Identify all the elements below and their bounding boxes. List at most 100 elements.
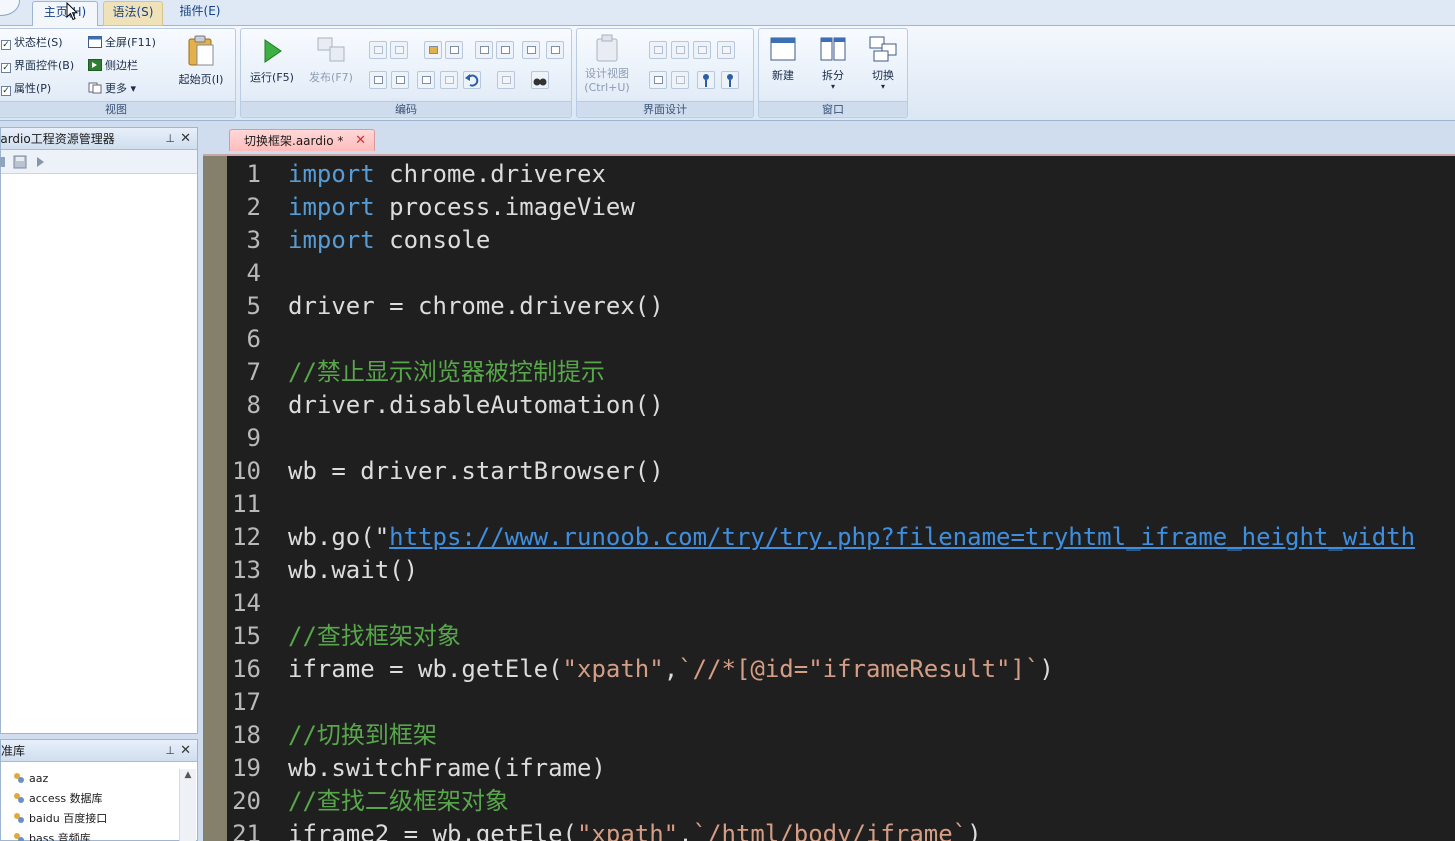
check-icon: ✓	[1, 86, 11, 96]
code-line[interactable]: wb = driver.startBrowser()	[288, 455, 664, 488]
code-line[interactable]: wb.go("https://www.runoob.com/try/try.ph…	[288, 521, 1415, 554]
project-explorer-header: aardio工程资源管理器 ⊥ ✕	[1, 128, 197, 150]
code-token: wb.wait()	[288, 556, 419, 584]
scroll-up-icon[interactable]: ▲	[180, 769, 196, 781]
pin-tool-button[interactable]	[697, 71, 715, 89]
redo-button[interactable]	[497, 71, 515, 89]
run-button[interactable]: 运行(F5)	[245, 37, 299, 85]
split-window-icon	[820, 37, 846, 61]
code-token: wb.go("	[288, 523, 390, 551]
status-bar-toggle[interactable]: ✓ 状态栏(S)	[1, 33, 63, 53]
play-icon[interactable]	[35, 156, 45, 168]
find-button[interactable]	[531, 71, 549, 89]
app-menu-button[interactable]	[0, 0, 20, 16]
library-icon	[14, 793, 24, 803]
message2-button[interactable]	[440, 71, 458, 89]
design-view-button[interactable]: 设计视图 (Ctrl+U)	[579, 33, 635, 94]
code-line[interactable]: import chrome.driverex	[288, 158, 606, 191]
document-tab[interactable]: 切换框架.aardio * ✕	[229, 129, 375, 151]
cut-button[interactable]	[369, 41, 387, 59]
close-tab-icon[interactable]: ✕	[355, 130, 366, 152]
tab-syntax[interactable]: 语法(S)	[103, 1, 163, 26]
standard-library-panel: 标准库 ⊥ ✕ aaz access 数据库 baidu 百度接口 bass 音…	[0, 739, 198, 841]
list-item[interactable]: bass 音频库	[1, 829, 91, 841]
align-center-button[interactable]	[693, 41, 711, 59]
code-line[interactable]: iframe = wb.getEle("xpath",`//*[@id="ifr…	[288, 653, 1054, 686]
format-button[interactable]	[522, 41, 540, 59]
pin-icon[interactable]: ⊥	[165, 740, 175, 761]
list-item[interactable]: baidu 百度接口	[1, 809, 107, 828]
comment-button[interactable]	[546, 41, 564, 59]
list-item[interactable]: access 数据库	[1, 789, 103, 808]
line-number: 9	[246, 424, 261, 452]
select-all-button[interactable]	[445, 41, 463, 59]
list-item[interactable]: aaz	[1, 769, 48, 788]
folder-icon[interactable]	[0, 156, 5, 168]
code-line[interactable]: import console	[288, 224, 490, 257]
sidebar-icon	[88, 59, 102, 71]
table-button[interactable]	[671, 71, 689, 89]
start-page-button[interactable]: 起始页(I)	[173, 35, 229, 87]
binoculars-icon	[533, 78, 547, 86]
code-token: import	[288, 160, 375, 188]
redo-icon	[502, 76, 511, 84]
indent-button[interactable]	[475, 41, 493, 59]
split-window-button[interactable]: 拆分 ▾	[813, 35, 853, 91]
project-explorer-title: aardio工程资源管理器	[1, 132, 115, 146]
code-line[interactable]: import process.imageView	[288, 191, 635, 224]
code-token: iframe2 = wb.getEle(	[288, 820, 577, 841]
align-left-button[interactable]	[649, 41, 667, 59]
pin-icon[interactable]: ⊥	[165, 128, 175, 149]
line-number: 21	[232, 820, 261, 841]
line-number: 2	[246, 193, 261, 221]
more-dropdown[interactable]: 更多 ▾	[88, 79, 136, 99]
arrange-button[interactable]	[717, 41, 735, 59]
code-token: chrome.driverex	[374, 160, 606, 188]
new-window-button[interactable]: 新建	[763, 35, 803, 83]
paste-button[interactable]	[424, 41, 442, 59]
code-token: process.imageView	[374, 193, 635, 221]
line-number: 20	[232, 787, 261, 815]
tab-plugins[interactable]: 插件(E)	[170, 1, 230, 26]
ribbon-tab-bar: 主页(H) 语法(S) 插件(E)	[0, 0, 1455, 27]
pin-tool2-button[interactable]	[721, 71, 739, 89]
dialog-button[interactable]	[391, 71, 409, 89]
code-line[interactable]: wb.wait()	[288, 554, 418, 587]
code-line[interactable]: //查找框架对象	[288, 620, 461, 653]
ui-controls-toggle[interactable]: ✓ 界面控件(B)	[1, 56, 74, 76]
sidebar-button[interactable]: 侧边栏	[88, 56, 138, 76]
outdent-icon	[501, 46, 510, 54]
properties-toggle[interactable]: ✓ 属性(P)	[1, 79, 51, 99]
code-line[interactable]: //查找二级框架对象	[288, 785, 509, 818]
design-view-icon	[596, 34, 618, 62]
code-token: wb = driver.startBrowser()	[288, 457, 664, 485]
form-button[interactable]	[369, 71, 387, 89]
save-icon[interactable]	[13, 155, 27, 169]
undo-button[interactable]	[463, 71, 481, 89]
publish-button[interactable]: 发布(F7)	[303, 35, 359, 85]
grid-button[interactable]	[649, 71, 667, 89]
code-line[interactable]: //禁止显示浏览器被控制提示	[288, 356, 605, 389]
tab-home[interactable]: 主页(H)	[32, 1, 98, 27]
pin2-icon	[727, 74, 733, 87]
new-window-icon	[770, 37, 796, 61]
code-editor[interactable]: 1 import chrome.driverex 2 import process.i…	[203, 154, 1455, 841]
fullscreen-button[interactable]: 全屏(F11)	[88, 33, 156, 53]
code-link[interactable]: https://www.runoob.com/try/try.php?filen…	[389, 523, 1415, 551]
outdent-button[interactable]	[496, 41, 514, 59]
code-line[interactable]: driver = chrome.driverex()	[288, 290, 664, 323]
code-line[interactable]: //切换到框架	[288, 719, 437, 752]
code-line[interactable]: wb.switchFrame(iframe)	[288, 752, 606, 785]
message-button[interactable]	[417, 71, 435, 89]
mouse-cursor-icon	[66, 2, 78, 21]
switch-window-button[interactable]: 切换 ▾	[863, 35, 903, 91]
close-icon[interactable]: ✕	[180, 128, 191, 149]
code-line[interactable]: driver.disableAutomation()	[288, 389, 664, 422]
align-right-button[interactable]	[671, 41, 689, 59]
close-icon[interactable]: ✕	[180, 740, 191, 761]
library-scrollbar[interactable]: ▲	[179, 769, 196, 841]
cut-icon	[374, 46, 383, 54]
code-token: //禁止显示浏览器被控制提示	[288, 358, 605, 386]
copy-button[interactable]	[390, 41, 408, 59]
code-line[interactable]: iframe2 = wb.getEle("xpath",`/html/body/…	[288, 818, 982, 841]
